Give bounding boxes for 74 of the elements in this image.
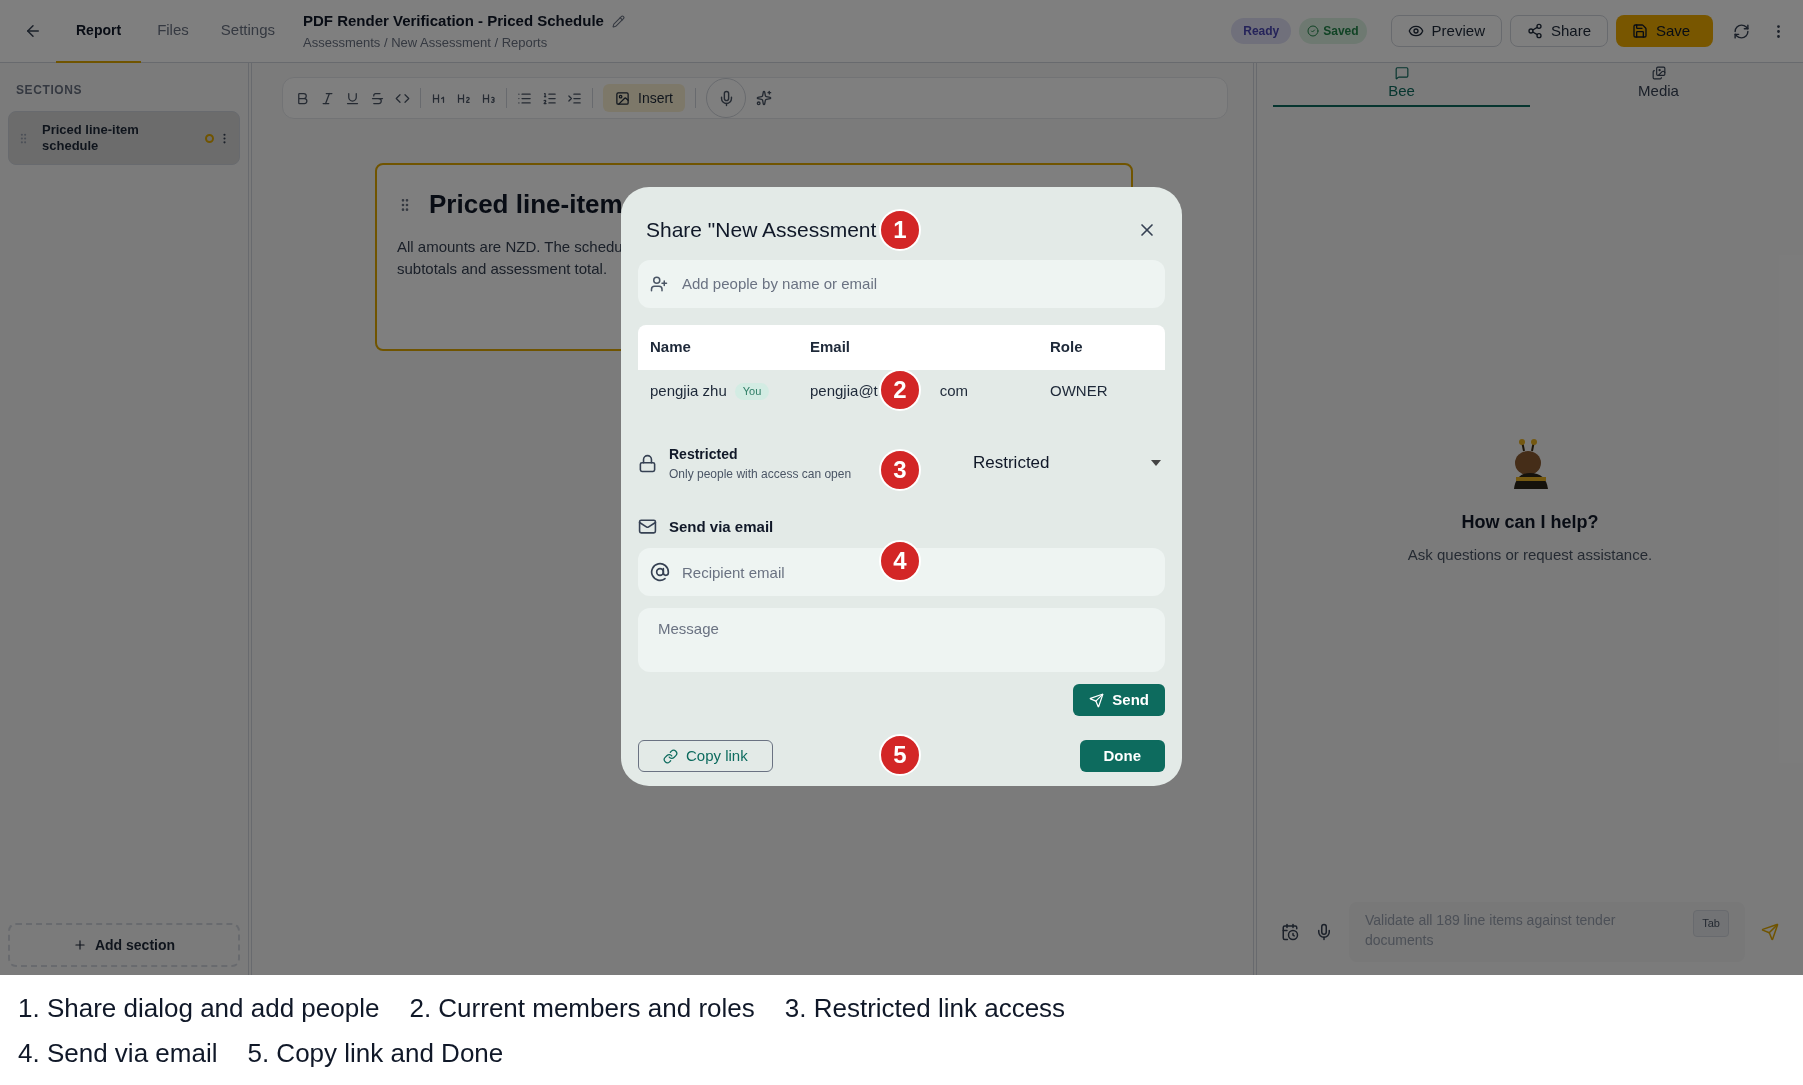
refresh-icon[interactable] bbox=[1733, 22, 1750, 40]
pencil-icon[interactable] bbox=[611, 14, 625, 28]
done-button[interactable]: Done bbox=[1079, 740, 1165, 772]
at-sign-icon bbox=[650, 562, 670, 582]
underline-icon[interactable] bbox=[345, 90, 360, 106]
column-header: Name bbox=[650, 336, 691, 357]
column-header: Role bbox=[1050, 336, 1083, 357]
add-people-field[interactable]: Add people by name or email bbox=[638, 259, 1165, 308]
document-title: PDF Render Verification - Priced Schedule bbox=[303, 11, 604, 31]
card-text: All amounts are NZD. The schedu bbox=[397, 237, 623, 257]
member-name: pengjia zhu bbox=[650, 381, 727, 402]
message-field[interactable]: Message bbox=[638, 608, 1165, 672]
caption-text: 4. Send via email bbox=[18, 1037, 218, 1070]
calendar-clock-icon[interactable] bbox=[1281, 923, 1299, 941]
link-icon bbox=[663, 748, 678, 764]
card-text: subtotals and assessment total. bbox=[397, 259, 608, 279]
copy-link-button[interactable]: Copy link bbox=[638, 740, 773, 772]
panel-tab[interactable]: Media bbox=[1530, 63, 1787, 107]
bold-icon[interactable] bbox=[295, 90, 310, 106]
nav-tab[interactable]: Files bbox=[141, 0, 205, 63]
lock-icon bbox=[638, 453, 657, 473]
sparkles-icon[interactable] bbox=[756, 90, 772, 106]
status-badge: Saved bbox=[1299, 18, 1367, 44]
access-select[interactable]: Restricted bbox=[973, 450, 1161, 476]
email-section-heading: Send via email bbox=[669, 516, 774, 537]
numbered-list-icon[interactable] bbox=[542, 90, 557, 106]
image-icon bbox=[615, 90, 630, 106]
caption-text: 5. Copy link and Done bbox=[247, 1037, 504, 1070]
add-section-button[interactable]: Add section bbox=[8, 923, 240, 967]
assistant-heading: How can I help? bbox=[1461, 511, 1599, 534]
caption-text: 3. Restricted link access bbox=[784, 992, 1066, 1025]
assistant-subtitle: Ask questions or request assistance. bbox=[1407, 545, 1653, 565]
caption-text: 2. Current members and roles bbox=[409, 992, 755, 1025]
access-description: Only people with access can open bbox=[669, 465, 852, 483]
breadcrumb: Assessments / New Assessment / Reports bbox=[303, 33, 549, 52]
save-icon bbox=[1632, 23, 1648, 39]
add-person-icon bbox=[650, 274, 668, 293]
preview-button[interactable]: Preview bbox=[1390, 15, 1502, 47]
you-tag: You bbox=[734, 383, 770, 400]
share-icon bbox=[1526, 23, 1543, 39]
eye-icon bbox=[1407, 23, 1424, 39]
plus-icon bbox=[72, 938, 87, 952]
tab-key-hint: Tab bbox=[1693, 910, 1729, 937]
nav-tab[interactable]: Settings bbox=[204, 0, 291, 63]
strikethrough-icon[interactable] bbox=[370, 90, 385, 106]
dialog-title: Share "New Assessment bbox=[646, 217, 877, 243]
caption-text: 1. Share dialog and add people bbox=[18, 992, 380, 1025]
send-button[interactable]: Send bbox=[1073, 684, 1165, 716]
caret-icon bbox=[1151, 460, 1161, 466]
member-email: pengjia@t bbox=[810, 381, 878, 402]
back-icon[interactable] bbox=[24, 22, 42, 40]
member-email: com bbox=[939, 381, 969, 402]
insert-button[interactable]: Insert bbox=[603, 84, 685, 112]
column-header: Email bbox=[810, 336, 851, 357]
mail-icon bbox=[638, 517, 657, 537]
access-title: Restricted bbox=[669, 444, 739, 464]
panel-tab[interactable]: Bee bbox=[1273, 63, 1530, 107]
chat-icon bbox=[1394, 65, 1409, 80]
section-item[interactable]: Priced line-item schedule bbox=[8, 111, 240, 165]
member-role: OWNER bbox=[1050, 381, 1108, 402]
section-title: Priced line-item schedule bbox=[42, 122, 140, 154]
nav-tab[interactable]: Report bbox=[56, 0, 142, 63]
status-badge: Ready bbox=[1231, 18, 1292, 44]
share-button[interactable]: Share bbox=[1509, 15, 1608, 47]
send-icon bbox=[1089, 692, 1105, 708]
microphone-icon[interactable] bbox=[1315, 923, 1333, 941]
indent-icon[interactable] bbox=[567, 90, 582, 106]
check-icon bbox=[1307, 25, 1320, 37]
card-title: Priced line-item bbox=[429, 188, 623, 221]
save-button[interactable]: Save bbox=[1616, 15, 1713, 47]
images-icon bbox=[1651, 65, 1666, 80]
bullet-list-icon[interactable] bbox=[517, 90, 532, 106]
section-heading: SECTIONS bbox=[16, 82, 84, 99]
italic-icon[interactable] bbox=[320, 90, 335, 106]
